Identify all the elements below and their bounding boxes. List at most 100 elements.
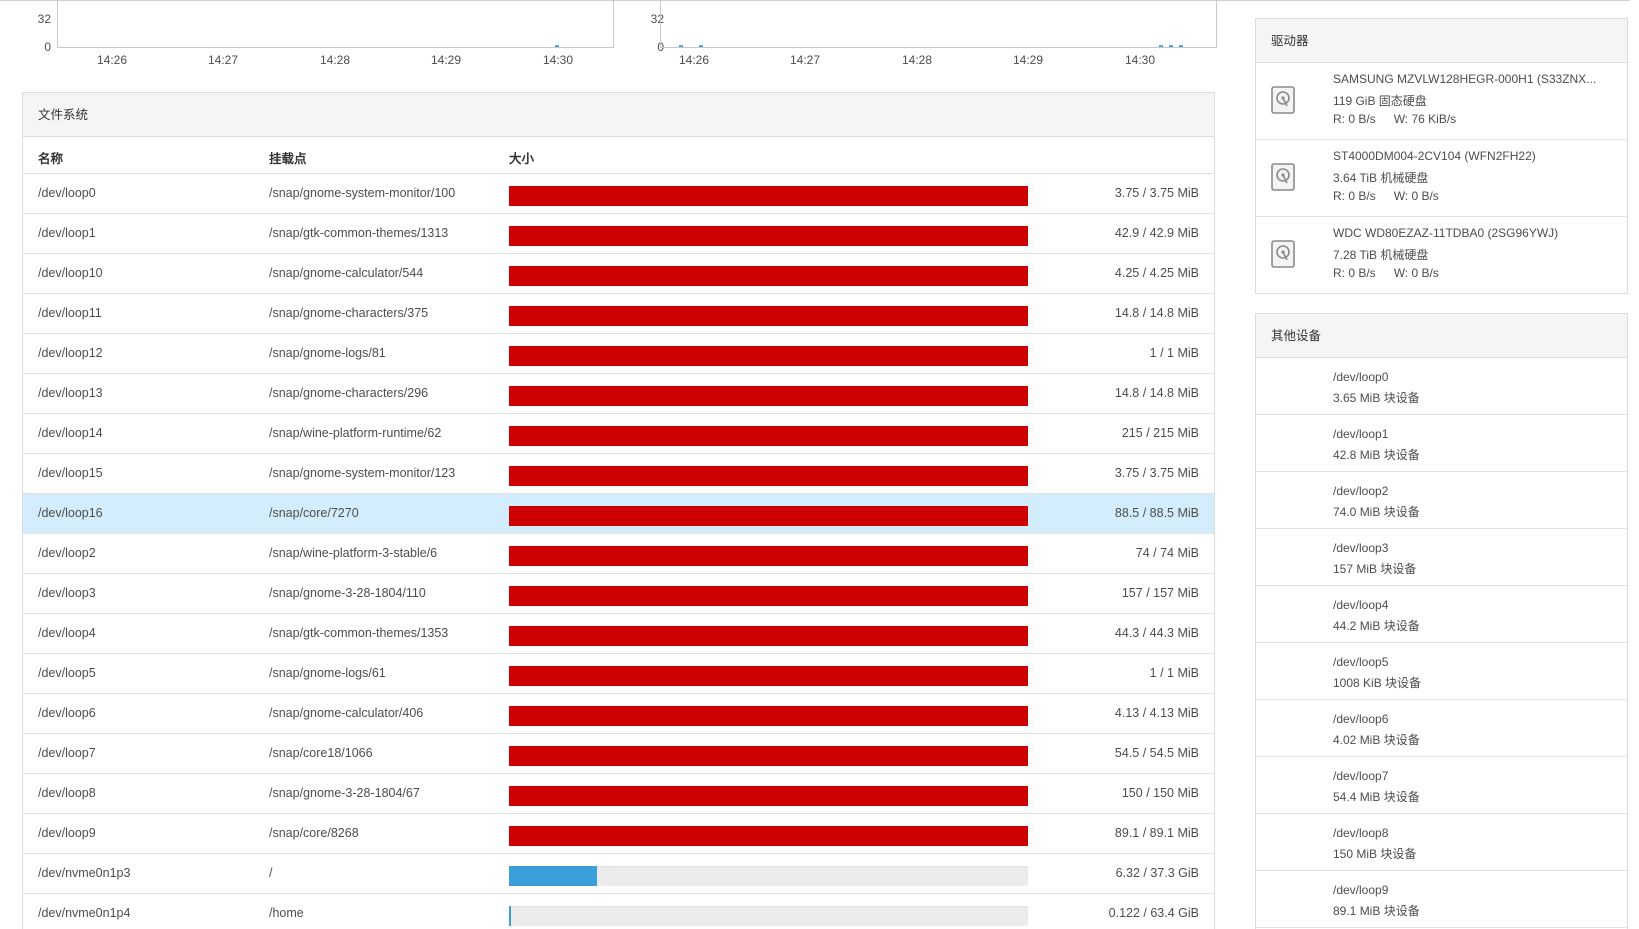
filesystem-size: 1 / 1 MiB bbox=[1149, 346, 1199, 360]
filesystem-mount-point: /snap/gnome-logs/81 bbox=[269, 346, 386, 360]
drive-write-rate: W: 0 B/s bbox=[1393, 266, 1439, 280]
filesystem-row[interactable]: /dev/loop2/snap/wine-platform-3-stable/6… bbox=[23, 534, 1214, 574]
filesystem-row[interactable]: /dev/loop5/snap/gnome-logs/61 1 / 1 MiB bbox=[23, 654, 1214, 694]
usage-bar-fill bbox=[509, 426, 1028, 446]
usage-bar bbox=[509, 826, 1028, 846]
chart-data-mark bbox=[1159, 45, 1163, 47]
other-device-name: /dev/loop0 bbox=[1333, 370, 1389, 384]
drive-io-rates: R: 0 B/s W: 76 KiB/s bbox=[1333, 112, 1456, 126]
other-device-item[interactable]: /dev/loop0 3.65 MiB 块设备 bbox=[1256, 358, 1627, 415]
y-tick-label: 0 bbox=[44, 40, 51, 54]
other-device-name: /dev/loop3 bbox=[1333, 541, 1389, 555]
filesystem-device-name: /dev/loop2 bbox=[38, 546, 96, 560]
other-device-description: 150 MiB 块设备 bbox=[1333, 847, 1417, 861]
drive-io-rates: R: 0 B/s W: 0 B/s bbox=[1333, 266, 1439, 280]
filesystem-mount-point: /snap/wine-platform-runtime/62 bbox=[269, 426, 442, 440]
filesystem-mount-point: / bbox=[269, 866, 273, 880]
filesystem-size: 4.13 / 4.13 MiB bbox=[1114, 706, 1199, 720]
usage-bar-fill bbox=[509, 386, 1028, 406]
other-device-name: /dev/loop6 bbox=[1333, 712, 1389, 726]
filesystem-mount-point: /home bbox=[269, 906, 304, 920]
filesystem-device-name: /dev/loop1 bbox=[38, 226, 96, 240]
filesystem-size: 42.9 / 42.9 MiB bbox=[1114, 226, 1199, 240]
filesystem-row[interactable]: /dev/loop16/snap/core/7270 88.5 / 88.5 Mi… bbox=[23, 494, 1214, 534]
usage-bar-fill bbox=[509, 626, 1028, 646]
column-header-name[interactable]: 名称 bbox=[38, 148, 63, 167]
drive-write-rate: W: 76 KiB/s bbox=[1393, 112, 1457, 126]
chart-plot-area bbox=[660, 0, 1217, 48]
other-devices-list: /dev/loop0 3.65 MiB 块设备/dev/loop1 42.8 MiB… bbox=[1256, 358, 1627, 928]
filesystem-size: 44.3 / 44.3 MiB bbox=[1114, 626, 1199, 640]
filesystem-row[interactable]: /dev/loop10/snap/gnome-calculator/544 4.2… bbox=[23, 254, 1214, 294]
x-tick-label: 14:28 bbox=[901, 53, 933, 67]
filesystem-device-name: /dev/nvme0n1p4 bbox=[38, 906, 131, 920]
drive-read-rate: R: 0 B/s bbox=[1333, 189, 1376, 203]
other-device-item[interactable]: /dev/loop2 74.0 MiB 块设备 bbox=[1256, 472, 1627, 529]
usage-bar-fill bbox=[509, 746, 1028, 766]
filesystem-device-name: /dev/loop3 bbox=[38, 586, 96, 600]
other-device-item[interactable]: /dev/loop9 89.1 MiB 块设备 bbox=[1256, 871, 1627, 928]
other-device-description: 74.0 MiB 块设备 bbox=[1333, 505, 1420, 519]
other-device-item[interactable]: /dev/loop4 44.2 MiB 块设备 bbox=[1256, 586, 1627, 643]
filesystem-device-name: /dev/loop10 bbox=[38, 266, 103, 280]
filesystem-device-name: /dev/loop0 bbox=[38, 186, 96, 200]
usage-bar-fill bbox=[509, 906, 511, 926]
filesystem-row[interactable]: /dev/loop15/snap/gnome-system-monitor/12… bbox=[23, 454, 1214, 494]
filesystem-row[interactable]: /dev/loop0/snap/gnome-system-monitor/100… bbox=[23, 174, 1214, 214]
filesystem-row[interactable]: /dev/loop8/snap/gnome-3-28-1804/67 150 / … bbox=[23, 774, 1214, 814]
filesystem-row[interactable]: /dev/loop13/snap/gnome-characters/296 14.… bbox=[23, 374, 1214, 414]
filesystem-row[interactable]: /dev/loop1/snap/gtk-common-themes/1313 42… bbox=[23, 214, 1214, 254]
filesystem-row[interactable]: /dev/nvme0n1p3 / 6.32 / 37.3 GiB bbox=[23, 854, 1214, 894]
drive-item[interactable]: ST4000DM004-2CV104 (WFN2FH22) 3.64 TiB 机械… bbox=[1256, 140, 1627, 217]
usage-bar bbox=[509, 186, 1028, 206]
storage-page: 32 0 14:26 14:27 14:28 14:29 14:30 32 0 … bbox=[0, 0, 1639, 929]
other-device-item[interactable]: /dev/loop6 4.02 MiB 块设备 bbox=[1256, 700, 1627, 757]
drive-item[interactable]: WDC WD80EZAZ-11TDBA0 (2SG96YWJ) 7.28 TiB … bbox=[1256, 217, 1627, 294]
column-header-mount[interactable]: 挂载点 bbox=[269, 148, 307, 167]
other-device-item[interactable]: /dev/loop3 157 MiB 块设备 bbox=[1256, 529, 1627, 586]
page-right-margin bbox=[1630, 0, 1639, 929]
usage-bar bbox=[509, 626, 1028, 646]
other-device-item[interactable]: /dev/loop1 42.8 MiB 块设备 bbox=[1256, 415, 1627, 472]
filesystem-size: 1 / 1 MiB bbox=[1149, 666, 1199, 680]
filesystem-mount-point: /snap/gtk-common-themes/1313 bbox=[269, 226, 449, 240]
filesystem-mount-point: /snap/gnome-characters/296 bbox=[269, 386, 429, 400]
disk-icon bbox=[1271, 163, 1295, 191]
drive-io-rates: R: 0 B/s W: 0 B/s bbox=[1333, 189, 1439, 203]
other-device-item[interactable]: /dev/loop7 54.4 MiB 块设备 bbox=[1256, 757, 1627, 814]
filesystem-mount-point: /snap/gnome-system-monitor/100 bbox=[269, 186, 456, 200]
filesystem-row[interactable]: /dev/loop7/snap/core18/1066 54.5 / 54.5 M… bbox=[23, 734, 1214, 774]
filesystem-size: 89.1 / 89.1 MiB bbox=[1114, 826, 1199, 840]
filesystem-device-name: /dev/loop13 bbox=[38, 386, 103, 400]
other-device-item[interactable]: /dev/loop8 150 MiB 块设备 bbox=[1256, 814, 1627, 871]
filesystem-row[interactable]: /dev/loop9/snap/core/8268 89.1 / 89.1 MiB bbox=[23, 814, 1214, 854]
filesystem-row[interactable]: /dev/loop3/snap/gnome-3-28-1804/110 157 /… bbox=[23, 574, 1214, 614]
filesystem-row[interactable]: /dev/loop14/snap/wine-platform-runtime/6… bbox=[23, 414, 1214, 454]
filesystem-row[interactable]: /dev/loop12/snap/gnome-logs/81 1 / 1 MiB bbox=[23, 334, 1214, 374]
filesystem-device-name: /dev/loop14 bbox=[38, 426, 103, 440]
usage-bar-fill bbox=[509, 706, 1028, 726]
other-device-description: 89.1 MiB 块设备 bbox=[1333, 904, 1420, 918]
filesystem-row[interactable]: /dev/loop11/snap/gnome-characters/375 14.… bbox=[23, 294, 1214, 334]
other-device-name: /dev/loop7 bbox=[1333, 769, 1389, 783]
filesystem-row[interactable]: /dev/loop4/snap/gtk-common-themes/1353 44… bbox=[23, 614, 1214, 654]
filesystem-row[interactable]: /dev/nvme0n1p4/home 0.122 / 63.4 GiB bbox=[23, 894, 1214, 929]
filesystem-row[interactable]: /dev/loop6/snap/gnome-calculator/406 4.13… bbox=[23, 694, 1214, 734]
usage-bar-fill bbox=[509, 186, 1028, 206]
filesystem-size: 157 / 157 MiB bbox=[1121, 586, 1199, 600]
column-header-size[interactable]: 大小 bbox=[509, 148, 534, 167]
storage-chart-read: 32 0 14:26 14:27 14:28 14:29 14:30 bbox=[0, 0, 620, 67]
disk-icon bbox=[1271, 86, 1295, 114]
other-device-name: /dev/loop2 bbox=[1333, 484, 1389, 498]
usage-bar bbox=[509, 866, 1028, 886]
x-tick-label: 14:29 bbox=[1012, 53, 1044, 67]
chart-plot-area bbox=[57, 0, 614, 48]
usage-bar bbox=[509, 786, 1028, 806]
filesystem-device-name: /dev/loop5 bbox=[38, 666, 96, 680]
chart-data-mark bbox=[679, 45, 683, 47]
filesystem-device-name: /dev/nvme0n1p3 bbox=[38, 866, 131, 880]
filesystem-size: 88.5 / 88.5 MiB bbox=[1114, 506, 1199, 520]
drive-item[interactable]: SAMSUNG MZVLW128HEGR-000H1 (S33ZNX... 119… bbox=[1256, 63, 1627, 140]
filesystem-mount-point: /snap/gtk-common-themes/1353 bbox=[269, 626, 449, 640]
other-device-item[interactable]: /dev/loop5 1008 KiB 块设备 bbox=[1256, 643, 1627, 700]
